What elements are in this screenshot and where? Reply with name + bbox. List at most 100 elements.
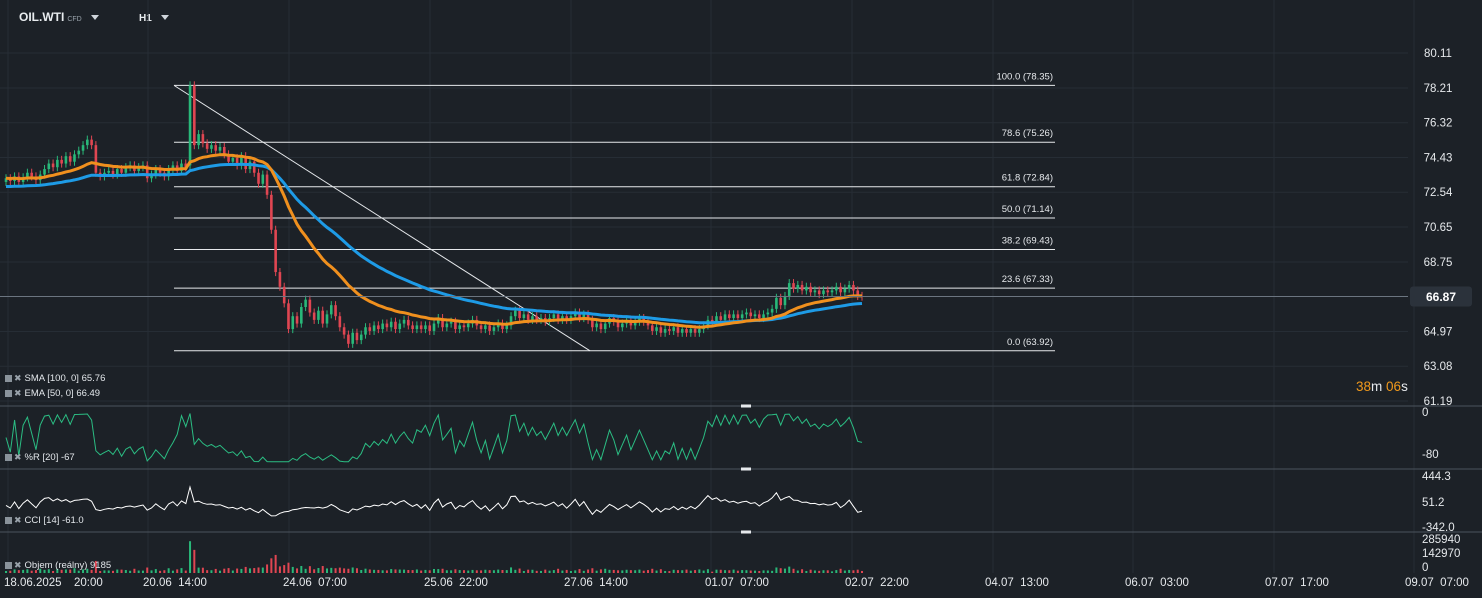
volume-bar [599,569,602,573]
volume-bar [304,568,307,573]
volume-bar [724,570,727,573]
axes: 80.11 78.21 76.32 74.43 72.54 70.65 68.75 64.97… [4,48,1469,589]
fibonacci-level-label: 50.0 (71.14) [1002,204,1053,215]
candle-body [792,283,795,289]
candle-body [107,170,111,173]
candle-body [428,325,432,331]
williams-r-line [5,413,863,463]
ema-value: 66.49 [76,388,101,399]
volume-bar [223,568,226,573]
candle-body [685,329,688,333]
sma-legend[interactable]: ✖ SMA [100, 0] 65.76 [5,373,105,384]
ema-legend[interactable]: ✖ EMA [50, 0] 66.49 [5,388,100,399]
candle-body [308,299,312,313]
volume-bar [813,570,816,573]
time-tick-label: 09.07 07:00 [1405,577,1469,589]
candle-body [445,323,449,328]
candle-body [522,314,526,319]
volume-bar [540,570,542,573]
candle-body [115,169,119,175]
volume-bar [480,570,483,573]
indicator-settings-icon[interactable] [5,375,12,382]
candle-body [312,312,316,320]
volume-bar [484,569,487,573]
close-icon[interactable]: ✖ [14,560,22,570]
candle-body [531,316,534,320]
candle-body [749,312,753,317]
volume-bar [771,570,774,573]
candle-body [796,284,800,289]
volume-bar [154,569,157,573]
volume-bar [604,568,607,573]
indicator-settings-icon[interactable] [5,390,12,397]
volume-bar [326,568,328,573]
volume-bar [848,569,851,573]
cci-legend[interactable]: ✖ CCI [14] -61.0 [5,515,84,526]
volume-bar [9,570,12,573]
price-tick-label: 68.75 [1424,257,1453,269]
volume-legend[interactable]: ✖ Objem (reálny) 9185 [5,560,111,571]
volume-bar [381,570,384,573]
panel-resize-handle[interactable] [741,404,751,408]
volume-bar [373,569,376,573]
volume-bar [433,568,435,573]
volume-bar [231,570,234,573]
volume-bar [732,569,735,573]
volume-bar [244,566,247,573]
volume-bar [52,570,55,573]
volume-bar [201,567,204,573]
candle-body [479,325,483,330]
volume-bar [672,569,675,573]
candle-body [325,314,329,324]
volume-bar [240,568,243,573]
countdown-minutes: 38 [1356,379,1372,394]
candle-body [188,85,192,166]
candle-body [81,145,85,151]
candle-body [466,323,470,328]
candle-body [287,303,290,330]
volume-value: 9185 [90,560,112,571]
cci-value: -61.0 [62,515,84,526]
volume-bar [685,569,688,573]
volume-bar [856,569,859,573]
panel-resize-handle[interactable] [741,530,751,534]
volume-bar [112,570,114,573]
volume-bar [711,571,714,573]
close-icon[interactable]: ✖ [14,388,22,398]
volume-bar [274,554,277,573]
chart-canvas[interactable]: 100.0 (78.35) 78.6 (75.26) 61.8 (72.84) 50.… [0,0,1482,598]
close-icon[interactable]: ✖ [14,452,22,462]
panel-resize-handle[interactable] [741,467,751,471]
volume-bar [30,570,33,573]
volume-bar [227,568,230,573]
wpr-value: -67 [60,452,75,463]
indicator-settings-icon[interactable] [5,517,12,524]
candle-body [295,316,299,324]
volume-bar [779,568,782,573]
candle-body [389,321,393,328]
volume-bar [253,568,256,573]
candle-body [552,314,556,319]
candle-body [736,314,740,319]
wpr-legend[interactable]: ✖ %R [20] -67 [5,452,75,463]
candle-body [205,143,209,149]
volume-bar [283,565,286,573]
volume-bar [655,570,658,573]
close-icon[interactable]: ✖ [14,515,22,525]
indicator-settings-icon[interactable] [5,562,12,569]
close-icon[interactable]: ✖ [14,373,22,383]
volume-bar [595,570,598,573]
volume-bar [338,567,341,573]
candle-body [68,156,72,162]
volume-bar [394,569,397,573]
candle-body [372,325,376,331]
volume-bar [608,569,611,573]
volume-bar [210,570,213,573]
candle-body [809,286,812,293]
volume-bar [561,570,564,573]
volume-bar [651,568,654,573]
volume-bar [167,568,170,573]
candle-body [30,172,33,177]
indicator-settings-icon[interactable] [5,454,12,461]
volume-bar [835,570,838,573]
